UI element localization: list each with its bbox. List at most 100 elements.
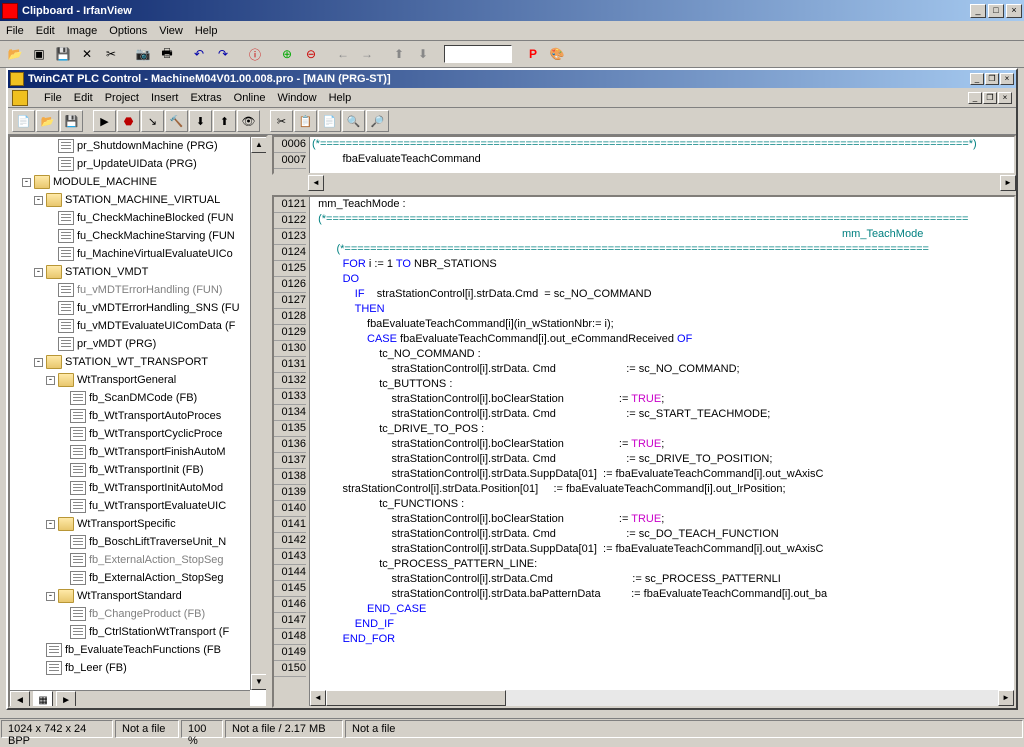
- tree-item[interactable]: pr_ShutdownMachine (PRG): [10, 137, 266, 155]
- up-icon[interactable]: ⬆: [388, 43, 410, 65]
- close-button[interactable]: ×: [1006, 4, 1022, 18]
- inner-menu-extras[interactable]: Extras: [190, 92, 221, 104]
- menu-help[interactable]: Help: [195, 25, 218, 37]
- tree-item[interactable]: fb_WtTransportFinishAutoM: [10, 443, 266, 461]
- rotate-right-icon[interactable]: ↷: [212, 43, 234, 65]
- menu-edit[interactable]: Edit: [36, 25, 55, 37]
- copy-icon[interactable]: 📋: [294, 110, 317, 132]
- new-icon[interactable]: 📄: [12, 110, 35, 132]
- open2-icon[interactable]: 📂: [36, 110, 59, 132]
- mdi-close-button[interactable]: ×: [998, 92, 1012, 104]
- code-scroll-left-icon[interactable]: ◄: [310, 690, 326, 706]
- menu-file[interactable]: File: [6, 25, 24, 37]
- tree-item[interactable]: fu_MachineVirtualEvaluateUICo: [10, 245, 266, 263]
- p-icon[interactable]: P: [522, 43, 544, 65]
- tree-item[interactable]: fb_WtTransportInit (FB): [10, 461, 266, 479]
- tree-item[interactable]: pr_UpdateUIData (PRG): [10, 155, 266, 173]
- tree-item[interactable]: fb_WtTransportCyclicProce: [10, 425, 266, 443]
- tree-item[interactable]: -STATION_MACHINE_VIRTUAL: [10, 191, 266, 209]
- tree-item[interactable]: -MODULE_MACHINE: [10, 173, 266, 191]
- top-scroll-left-icon[interactable]: ◄: [308, 175, 324, 191]
- code-declaration[interactable]: 00060007 (*=============================…: [272, 135, 1016, 175]
- expand-icon[interactable]: -: [34, 196, 43, 205]
- expand-icon[interactable]: -: [34, 268, 43, 277]
- tree-item[interactable]: -WtTransportStandard: [10, 587, 266, 605]
- save-icon[interactable]: 💾: [52, 43, 74, 65]
- menu-image[interactable]: Image: [67, 25, 98, 37]
- tab-prev-icon[interactable]: ◄: [10, 691, 30, 708]
- expand-icon[interactable]: -: [22, 178, 31, 187]
- expand-icon[interactable]: -: [34, 358, 43, 367]
- maximize-button[interactable]: □: [988, 4, 1004, 18]
- cut2-icon[interactable]: ✂: [270, 110, 293, 132]
- info-icon[interactable]: ⓘ: [244, 43, 266, 65]
- tree-vscroll[interactable]: ▲ ▼: [250, 137, 266, 690]
- tree-item[interactable]: fu_CheckMachineStarving (FUN: [10, 227, 266, 245]
- find-icon[interactable]: 🔍: [342, 110, 365, 132]
- top-scroll-right-icon[interactable]: ►: [1000, 175, 1016, 191]
- tree-item[interactable]: -STATION_VMDT: [10, 263, 266, 281]
- tree-item[interactable]: fb_EvaluateTeachFunctions (FB: [10, 641, 266, 659]
- expand-icon[interactable]: -: [46, 592, 55, 601]
- tree-item[interactable]: fb_BoschLiftTraverseUnit_N: [10, 533, 266, 551]
- inner-menu-online[interactable]: Online: [234, 92, 266, 104]
- tab-next-icon[interactable]: ►: [56, 691, 76, 708]
- tree-item[interactable]: -WtTransportGeneral: [10, 371, 266, 389]
- minimize-button[interactable]: _: [970, 4, 986, 18]
- scroll-down-icon[interactable]: ▼: [251, 674, 267, 690]
- tree-item[interactable]: -STATION_WT_TRANSPORT: [10, 353, 266, 371]
- stop-icon[interactable]: ⬣: [117, 110, 140, 132]
- run-icon[interactable]: ▶: [93, 110, 116, 132]
- tree-item[interactable]: fb_ExternalAction_StopSeg: [10, 569, 266, 587]
- tree-item[interactable]: -WtTransportSpecific: [10, 515, 266, 533]
- scan-icon[interactable]: 📷: [132, 43, 154, 65]
- tree-item[interactable]: fb_WtTransportAutoProces: [10, 407, 266, 425]
- tree-item[interactable]: fu_CheckMachineBlocked (FUN: [10, 209, 266, 227]
- inner-close-button[interactable]: ×: [1000, 73, 1014, 85]
- inner-minimize-button[interactable]: _: [970, 73, 984, 85]
- inner-menu-project[interactable]: Project: [105, 92, 139, 104]
- tree-item[interactable]: fb_WtTransportInitAutoMod: [10, 479, 266, 497]
- download-icon[interactable]: ⬇: [189, 110, 212, 132]
- prev-icon[interactable]: ←: [332, 43, 354, 65]
- paste-icon[interactable]: 📄: [318, 110, 341, 132]
- code-body[interactable]: 0121012201230124012501260127012801290130…: [272, 195, 1016, 708]
- tree-item[interactable]: fb_Leer (FB): [10, 659, 266, 677]
- tree-item[interactable]: fu_vMDTErrorHandling_SNS (FU: [10, 299, 266, 317]
- mdi-restore-button[interactable]: ❐: [983, 92, 997, 104]
- delete-icon[interactable]: ✕: [76, 43, 98, 65]
- tree-item[interactable]: fb_ScanDMCode (FB): [10, 389, 266, 407]
- inner-menu-file[interactable]: File: [44, 92, 62, 104]
- menu-options[interactable]: Options: [109, 25, 147, 37]
- scroll-up-icon[interactable]: ▲: [251, 137, 267, 153]
- settings-icon[interactable]: 🎨: [546, 43, 568, 65]
- inner-menu-window[interactable]: Window: [277, 92, 316, 104]
- toolbar-input[interactable]: [444, 45, 512, 63]
- check-icon[interactable]: 🔨: [165, 110, 188, 132]
- cut-icon[interactable]: ✂: [100, 43, 122, 65]
- tree-item[interactable]: fu_vMDTEvaluateUIComData (F: [10, 317, 266, 335]
- code-hscroll[interactable]: ◄ ►: [310, 690, 1014, 706]
- print-icon[interactable]: 🖶: [156, 43, 178, 65]
- monitor-icon[interactable]: 👁: [237, 110, 260, 132]
- zoom-in-icon[interactable]: ⊕: [276, 43, 298, 65]
- upload-icon[interactable]: ⬆: [213, 110, 236, 132]
- expand-icon[interactable]: -: [46, 520, 55, 529]
- inner-menu-insert[interactable]: Insert: [151, 92, 179, 104]
- mdi-minimize-button[interactable]: _: [968, 92, 982, 104]
- code-scroll-right-icon[interactable]: ►: [998, 690, 1014, 706]
- save2-icon[interactable]: 💾: [60, 110, 83, 132]
- findnext-icon[interactable]: 🔎: [366, 110, 389, 132]
- inner-menu-help[interactable]: Help: [329, 92, 352, 104]
- open-icon[interactable]: 📂: [4, 43, 26, 65]
- next-icon[interactable]: →: [356, 43, 378, 65]
- inner-restore-button[interactable]: ❐: [985, 73, 999, 85]
- tree-item[interactable]: fu_vMDTErrorHandling (FUN): [10, 281, 266, 299]
- zoom-out-icon[interactable]: ⊖: [300, 43, 322, 65]
- tree-item[interactable]: fb_ChangeProduct (FB): [10, 605, 266, 623]
- tab-pou-icon[interactable]: ▦: [33, 691, 53, 708]
- tree-item[interactable]: fu_WtTransportEvaluateUIC: [10, 497, 266, 515]
- expand-icon[interactable]: -: [46, 376, 55, 385]
- slideshow-icon[interactable]: ▣: [28, 43, 50, 65]
- tree-item[interactable]: fb_ExternalAction_StopSeg: [10, 551, 266, 569]
